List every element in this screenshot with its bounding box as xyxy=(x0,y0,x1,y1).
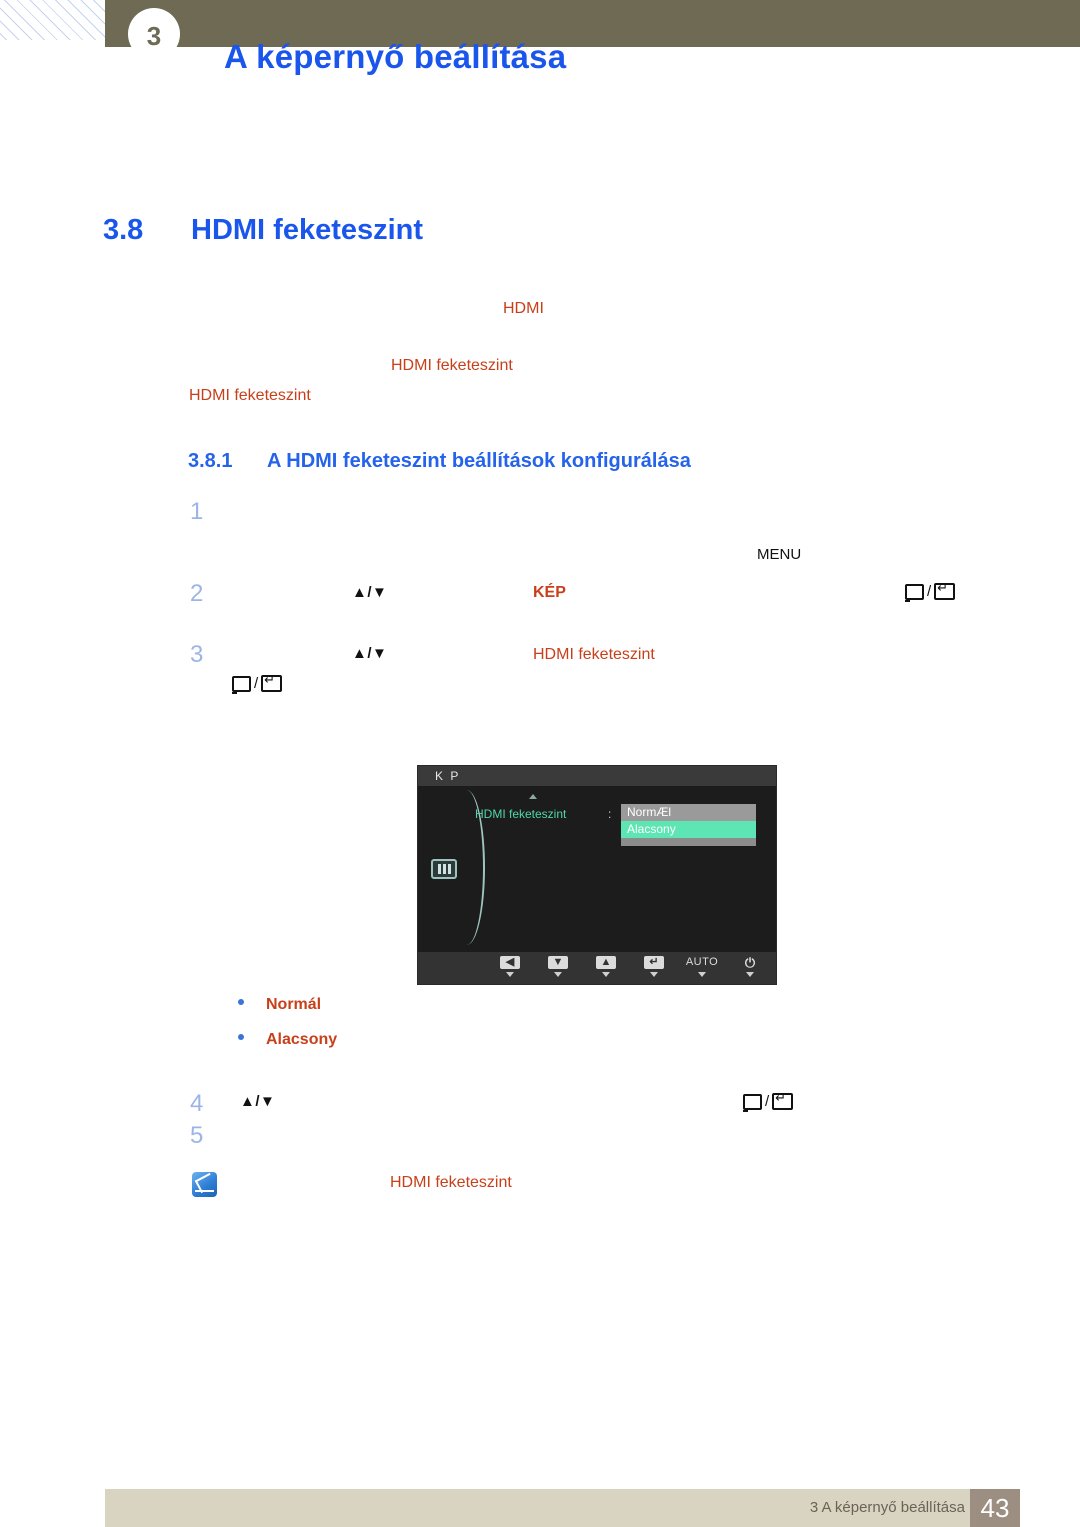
bullet-dot-icon xyxy=(238,1034,244,1040)
section-heading: 3.8 HDMI feketeszint xyxy=(103,214,423,247)
decorative-stripes xyxy=(0,0,105,40)
chapter-number: 3 xyxy=(146,20,162,51)
step-number-5: 5 xyxy=(190,1122,204,1149)
button-marker-triangle-icon xyxy=(506,972,514,977)
subsection-title: A HDMI feketeszint beállítások konfigurá… xyxy=(267,450,691,472)
down-arrow-icon: ▼ xyxy=(548,956,568,969)
subsection-heading: 3.8.1 A HDMI feketeszint beállítások konf… xyxy=(188,450,691,473)
square-button-icon xyxy=(743,1093,762,1112)
osd-option-normal[interactable]: NormÆl xyxy=(621,804,756,821)
osd-button-power[interactable]: ⏻ xyxy=(734,956,766,977)
footer-bar: 3 A képernyő beállítása xyxy=(105,1489,1020,1527)
kep-menu-label: KÉP xyxy=(533,584,566,601)
subsection-number: 3.8.1 xyxy=(188,450,233,472)
osd-option-alacsony[interactable]: Alacsony xyxy=(621,821,756,838)
page-number-box: 43 xyxy=(970,1489,1020,1527)
button-marker-triangle-icon xyxy=(746,972,754,977)
step-number-1: 1 xyxy=(190,498,204,525)
osd-option-list[interactable]: NormÆl Alacsony xyxy=(621,804,756,846)
list-item: Normál xyxy=(238,996,337,1031)
option-bullet-list: Normál Alacsony xyxy=(238,996,337,1066)
page-title: A képernyő beállítása xyxy=(224,38,567,75)
bullet-label-normal: Normál xyxy=(266,996,322,1013)
note-pen-icon xyxy=(192,1172,217,1197)
button-marker-triangle-icon xyxy=(698,972,706,977)
square-button-icon xyxy=(905,583,924,602)
enter-button-icon xyxy=(261,673,283,692)
button-marker-triangle-icon xyxy=(650,972,658,977)
hdmi-feketeszint-label-step3: HDMI feketeszint xyxy=(533,646,655,663)
intro-term-hdmi: HDMI xyxy=(503,300,544,317)
intro-term-hdmi-feketeszint-2: HDMI feketeszint xyxy=(189,387,311,404)
intro-term-hdmi-feketeszint-1: HDMI feketeszint xyxy=(391,357,513,374)
auto-label: AUTO xyxy=(685,956,719,968)
square-button-icon xyxy=(232,675,251,694)
enter-arrow-icon: ↵ xyxy=(644,956,664,969)
osd-button-auto[interactable]: AUTO xyxy=(686,956,718,977)
back-arrow-icon: ◀ xyxy=(500,956,520,969)
osd-scroll-up-caret-icon xyxy=(529,794,537,799)
menu-key-label: MENU xyxy=(757,546,802,563)
confirm-keys-icon-step3: / xyxy=(232,673,283,697)
footer-text: 3 A képernyő beállítása xyxy=(809,1499,965,1516)
list-item: Alacsony xyxy=(238,1031,337,1066)
enter-button-icon xyxy=(934,581,956,600)
section-number: 3.8 xyxy=(103,214,144,246)
slash-separator: / xyxy=(254,675,259,692)
section-title: HDMI feketeszint xyxy=(191,214,424,246)
osd-button-back[interactable]: ◀ xyxy=(494,956,526,977)
button-marker-triangle-icon xyxy=(602,972,610,977)
power-icon: ⏻ xyxy=(744,955,756,970)
up-down-arrows-icon-step3: ▲/▼ xyxy=(352,645,388,662)
chapter-number-badge: 3 xyxy=(128,8,180,60)
osd-option-list-footer xyxy=(621,838,756,846)
osd-body: HDMI feketeszint : NormÆl Alacsony xyxy=(418,786,776,952)
up-down-arrows-icon-step4: ▲/▼ xyxy=(240,1093,276,1110)
up-arrow-icon: ▲ xyxy=(596,956,616,969)
osd-item-label: HDMI feketeszint xyxy=(475,807,567,821)
step-number-4: 4 xyxy=(190,1090,204,1117)
enter-button-icon xyxy=(772,1091,794,1110)
confirm-keys-icon-step2: / xyxy=(905,581,956,605)
osd-title: K P xyxy=(435,769,461,783)
bullet-label-alacsony: Alacsony xyxy=(266,1031,338,1048)
up-down-arrows-icon-step2: ▲/▼ xyxy=(352,584,388,601)
bullet-dot-icon xyxy=(238,999,244,1005)
note-text: HDMI feketeszint xyxy=(390,1174,512,1191)
slash-separator: / xyxy=(765,1093,770,1110)
osd-button-enter[interactable]: ↵ xyxy=(638,956,670,977)
osd-button-bar: ◀ ▼ ▲ ↵ AUTO ⏻ xyxy=(418,952,776,984)
step-number-2: 2 xyxy=(190,580,204,607)
osd-button-down[interactable]: ▼ xyxy=(542,956,574,977)
button-marker-triangle-icon xyxy=(554,972,562,977)
osd-colon: : xyxy=(608,807,612,821)
osd-button-up[interactable]: ▲ xyxy=(590,956,622,977)
slash-separator: / xyxy=(927,583,932,600)
osd-screenshot: K P HDMI feketeszint : NormÆl Alacsony ◀… xyxy=(417,765,777,985)
picture-bars-icon xyxy=(431,859,457,879)
osd-titlebar: K P xyxy=(418,766,776,786)
step-number-3: 3 xyxy=(190,641,204,668)
confirm-keys-icon-step4: / xyxy=(743,1091,794,1115)
